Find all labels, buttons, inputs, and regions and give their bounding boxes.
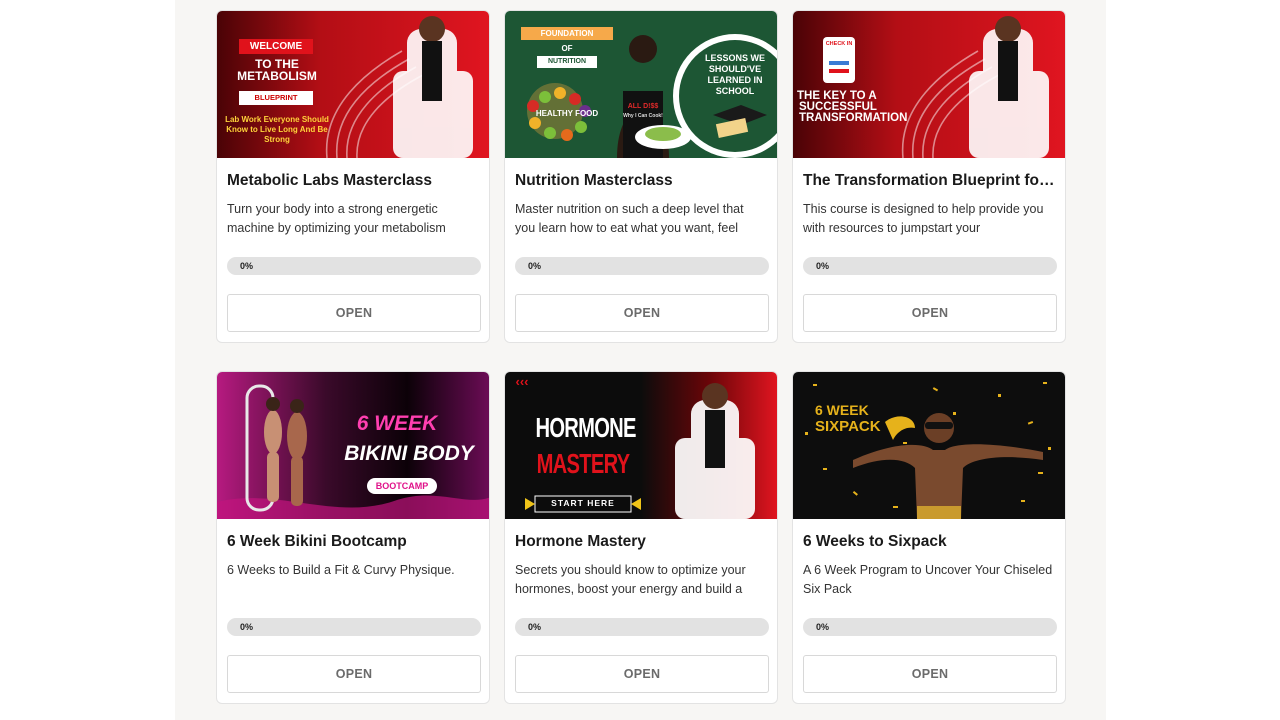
course-card-metabolic-labs[interactable]: WELCOME TO THE METABOLISM BLUEPRINT Lab … (216, 10, 490, 343)
progress-label: 0% (528, 261, 542, 271)
course-thumbnail-hormone: ‹‹‹ HORMONE MASTERY START HERE (505, 372, 777, 519)
open-course-button[interactable]: OPEN (515, 655, 769, 693)
swirl-decoration-icon (823, 16, 1049, 158)
banner-arrows-icon: ‹‹‹ (515, 374, 529, 389)
banner-welcome-label: WELCOME (239, 39, 313, 54)
progress-label: 0% (528, 622, 542, 632)
progress-label: 0% (816, 261, 830, 271)
course-card-nutrition[interactable]: FOUNDATION OF NUTRITION HEALTHY FOOD ALL… (504, 10, 778, 343)
banner-subtitle: Lab Work Everyone Should Know to Live Lo… (225, 115, 329, 144)
banner-headline-line3: TRANSFORMATION (799, 112, 908, 124)
banner-apron-text: ALL D!$$ (627, 103, 659, 110)
open-course-button[interactable]: OPEN (803, 294, 1057, 332)
open-course-button[interactable]: OPEN (227, 655, 481, 693)
course-thumbnail-nutrition: FOUNDATION OF NUTRITION HEALTHY FOOD ALL… (505, 11, 777, 158)
banner-headline-line1: 6 WEEK (815, 402, 869, 418)
course-thumbnail-sixpack: 6 WEEK SIXPACK (793, 372, 1065, 519)
course-title: Nutrition Masterclass (515, 172, 673, 189)
course-description: A 6 Week Program to Uncover Your Chisele… (803, 563, 1053, 596)
banner-blueprint-tag: BLUEPRINT (239, 91, 313, 105)
course-card-bikini-bootcamp[interactable]: 6 WEEK BIKINI BODY BOOTCAMP 6 Week Bikin… (216, 371, 490, 704)
course-description: Master nutrition on such a deep level th… (515, 202, 744, 235)
banner-start-here-tag: START HERE (551, 498, 615, 508)
course-card-hormone-mastery[interactable]: ‹‹‹ HORMONE MASTERY START HERE Hormone M… (504, 371, 778, 704)
open-course-button[interactable]: OPEN (227, 294, 481, 332)
course-progress-bar: 0% (803, 618, 1057, 636)
course-title: Hormone Mastery (515, 533, 646, 550)
course-progress-bar: 0% (803, 257, 1057, 275)
course-grid-panel: WELCOME TO THE METABOLISM BLUEPRINT Lab … (175, 0, 1106, 720)
course-thumbnail-metabolic-labs: WELCOME TO THE METABOLISM BLUEPRINT Lab … (217, 11, 489, 158)
banner-foundation-label: FOUNDATION (521, 27, 613, 40)
course-description: Turn your body into a strong energetic m… (227, 202, 446, 235)
banner-headline-line2: MASTERY (536, 448, 630, 479)
progress-label: 0% (240, 261, 254, 271)
course-title: 6 Week Bikini Bootcamp (227, 533, 407, 550)
banner-headline-line2: METABOLISM (237, 69, 317, 83)
progress-label: 0% (240, 622, 254, 632)
banner-checkin-label: CHECK IN (825, 41, 853, 47)
banner-headline-line1: HORMONE (535, 412, 636, 443)
progress-label: 0% (816, 622, 830, 632)
course-description: Secrets you should know to optimize your… (515, 563, 746, 596)
course-description: 6 Weeks to Build a Fit & Curvy Physique. (227, 563, 455, 577)
banner-bootcamp-tag: BOOTCAMP (367, 478, 437, 494)
banner-of-label: OF (561, 44, 573, 53)
course-progress-bar: 0% (227, 618, 481, 636)
banner-nutrition-label: NUTRITION (537, 56, 597, 68)
banner-headline-line2: BIKINI BODY (344, 442, 474, 465)
athlete-and-confetti-illustration-icon (805, 382, 1051, 519)
course-card-sixpack[interactable]: 6 WEEK SIXPACK 6 Weeks to Sixpack A 6 We… (792, 371, 1066, 704)
open-course-button[interactable]: OPEN (515, 294, 769, 332)
course-thumbnail-transformation: CHECK IN THE KEY TO A SUCCESSFUL TRANSFO… (793, 11, 1065, 158)
course-description: This course is designed to help provide … (803, 202, 1044, 235)
banner-apron-subtext: Why I Can Cook! (623, 113, 663, 119)
course-progress-bar: 0% (515, 257, 769, 275)
course-title: 6 Weeks to Sixpack (803, 533, 947, 550)
course-title: The Transformation Blueprint for ... (803, 172, 1059, 189)
course-thumbnail-bikini: 6 WEEK BIKINI BODY BOOTCAMP (217, 372, 489, 519)
banner-headline-line2: SIXPACK (815, 418, 881, 435)
presenter-illustration-icon (525, 383, 755, 519)
course-card-transformation-blueprint[interactable]: CHECK IN THE KEY TO A SUCCESSFUL TRANSFO… (792, 10, 1066, 343)
course-title: Metabolic Labs Masterclass (227, 172, 433, 189)
banner-lessons-text: LESSONS WE SHOULD'VE LEARNED IN SCHOOL (704, 53, 765, 96)
open-course-button[interactable]: OPEN (803, 655, 1057, 693)
banner-healthy-food-label: HEALTHY FOOD (535, 109, 599, 118)
course-progress-bar: 0% (515, 618, 769, 636)
course-progress-bar: 0% (227, 257, 481, 275)
banner-headline-line1: 6 WEEK (356, 412, 438, 435)
